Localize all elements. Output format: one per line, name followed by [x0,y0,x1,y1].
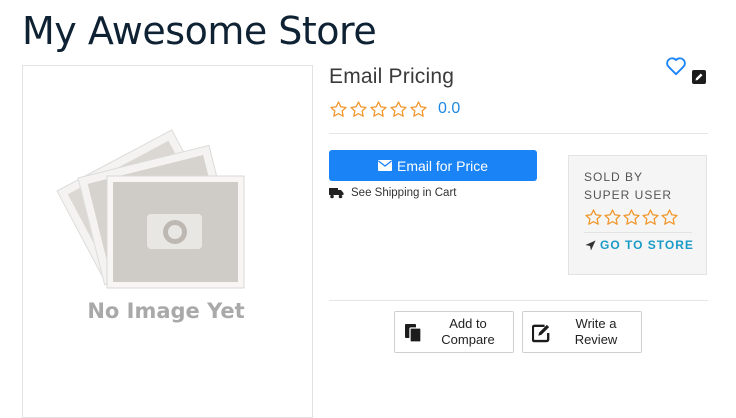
star-outline-icon [330,100,347,117]
store-title: My Awesome Store [22,9,377,53]
star-outline-icon [410,100,427,117]
rating-stars [329,100,428,119]
go-to-store-link[interactable]: GO TO STORE [585,238,694,252]
rating-value: 0.0 [438,100,461,117]
star-outline-icon [350,100,367,117]
go-to-store-label: GO TO STORE [600,238,694,252]
divider [329,300,708,301]
shipping-text: See Shipping in Cart [351,187,457,199]
truck-icon [329,188,344,199]
product-rating: 0.0 [329,98,460,120]
write-review-label: Write a Review [574,316,618,347]
envelope-icon [377,160,392,171]
pencil-square-icon [532,324,550,343]
product-name: Email Pricing [329,65,455,88]
add-to-compare-label: Add to Compare [441,316,495,347]
edit-icon[interactable] [692,70,706,84]
heart-icon[interactable] [665,56,687,76]
location-arrow-icon [585,239,596,251]
star-outline-icon [370,100,387,117]
seller-divider [584,232,692,233]
star-outline-icon [623,209,640,225]
shipping-info: See Shipping in Cart [329,187,456,199]
sold-by-label: SOLD BY [584,170,644,184]
star-outline-icon [585,209,602,225]
product-image[interactable]: No Image Yet [22,65,313,418]
no-image-text: No Image Yet [87,299,244,323]
divider [329,133,708,134]
email-for-price-button[interactable]: Email for Price [329,150,537,181]
copy-icon [405,324,422,343]
seller-rating-stars [584,208,679,227]
star-outline-icon [604,209,621,225]
seller-name: SUPER USER [584,188,673,202]
star-outline-icon [642,209,659,225]
seller-panel: SOLD BY SUPER USER GO TO STORE [568,155,707,275]
add-to-compare-button[interactable]: Add to Compare [394,311,514,353]
star-outline-icon [390,100,407,117]
write-review-button[interactable]: Write a Review [522,311,642,353]
email-for-price-label: Email for Price [396,157,489,174]
star-outline-icon [661,209,678,225]
no-image-placeholder: No Image Yet [56,129,245,323]
